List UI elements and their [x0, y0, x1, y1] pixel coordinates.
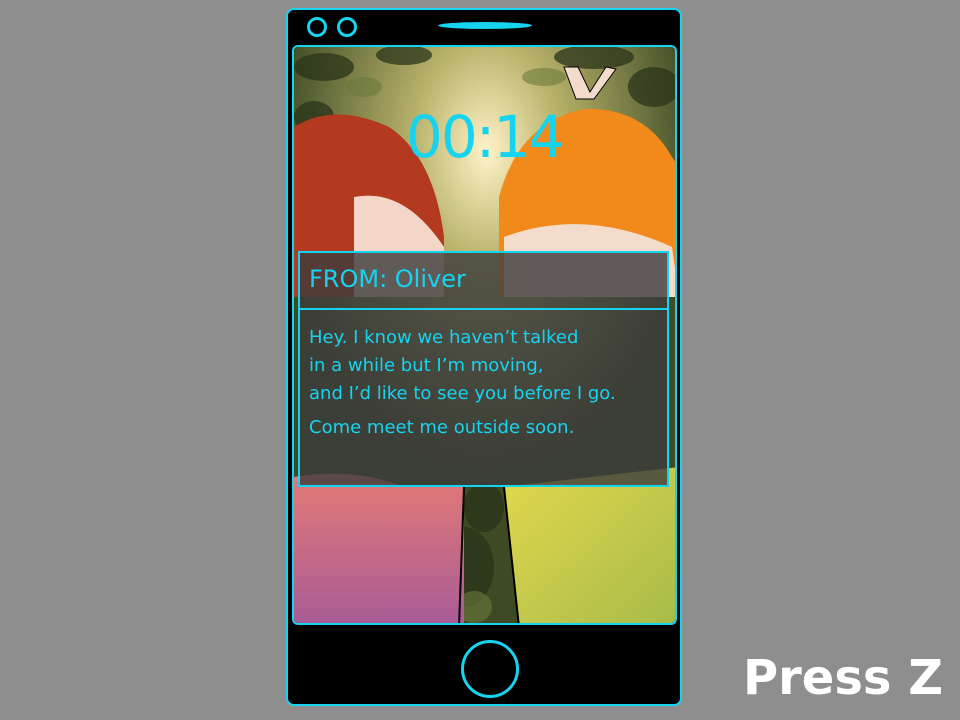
- message-line: and I’d like to see you before I go.: [309, 383, 616, 404]
- speaker-grille: [438, 22, 532, 29]
- phone-clock: 00:14: [405, 103, 565, 171]
- message-sender: FROM: Oliver: [298, 251, 669, 310]
- message-line: Hey. I know we haven’t talked: [309, 327, 579, 348]
- game-stage: 00:14 FROM: Oliver Hey. I know we haven’…: [0, 0, 960, 720]
- press-z-prompt[interactable]: Press Z: [743, 650, 943, 706]
- message-body: Hey. I know we haven’t talked in a while…: [298, 310, 669, 487]
- camera-lens-icon: [337, 17, 357, 37]
- message-line: in a while but I’m moving,: [309, 355, 544, 376]
- home-button[interactable]: [461, 640, 519, 698]
- message-line: Come meet me outside soon.: [309, 417, 575, 438]
- camera-lens-icon: [307, 17, 327, 37]
